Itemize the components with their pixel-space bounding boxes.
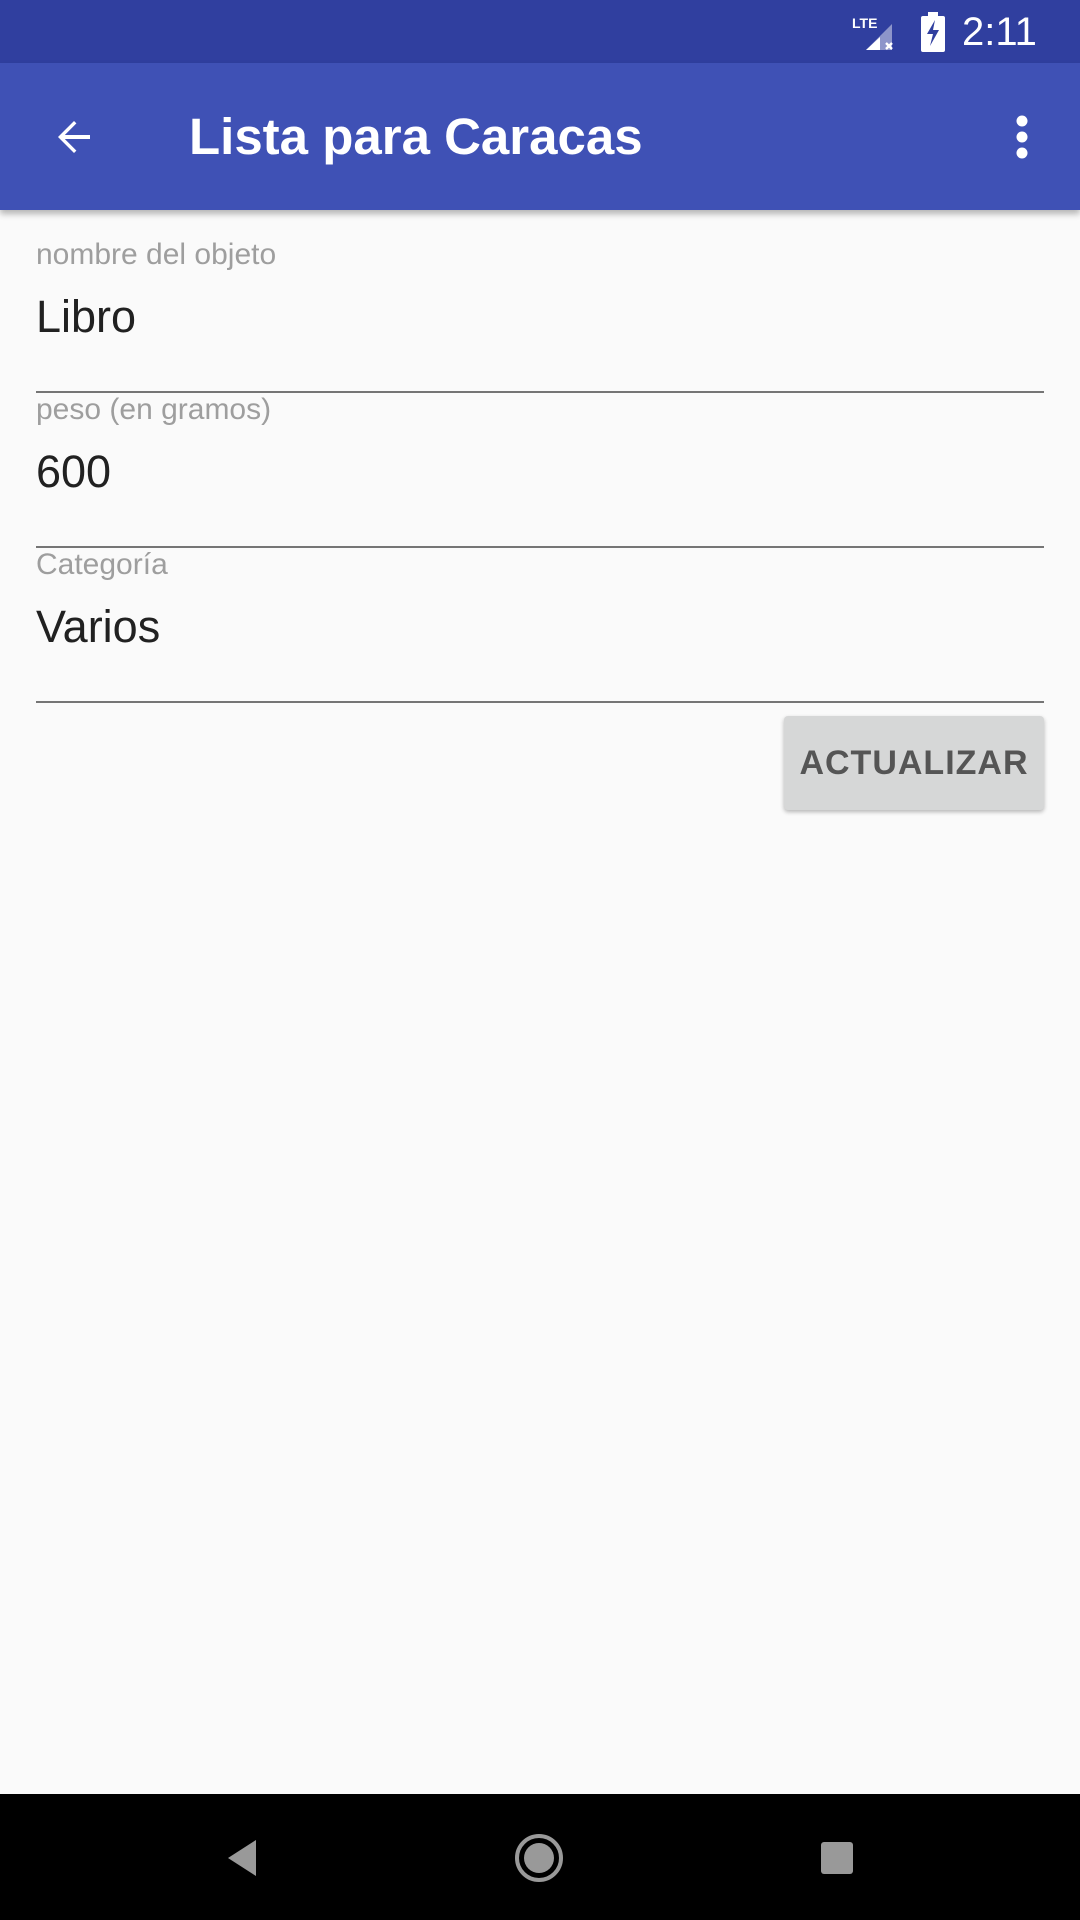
nav-back-icon	[228, 1840, 256, 1876]
update-button[interactable]: ACTUALIZAR	[784, 716, 1044, 810]
navigation-bar	[0, 1794, 1080, 1920]
nav-back-button[interactable]	[202, 1818, 282, 1898]
category-field-underline	[36, 701, 1044, 703]
category-input[interactable]	[36, 595, 1044, 659]
app-bar: Lista para Caracas	[0, 63, 1080, 210]
name-input[interactable]	[36, 285, 1044, 349]
category-field-label: Categoría	[36, 548, 168, 581]
nav-recents-icon	[821, 1842, 853, 1874]
nav-recents-button[interactable]	[797, 1818, 877, 1898]
battery-charging-icon	[920, 12, 946, 52]
weight-field-label: peso (en gramos)	[36, 393, 272, 426]
name-field-label: nombre del objeto	[36, 238, 277, 271]
weight-input[interactable]	[36, 440, 1044, 504]
overflow-menu-button[interactable]	[1000, 99, 1044, 175]
more-vert-icon	[1016, 115, 1028, 159]
nav-home-icon	[515, 1834, 563, 1882]
network-type-label: LTE	[852, 15, 877, 31]
status-time: 2:11	[962, 10, 1037, 54]
form-content: nombre del objeto peso (en gramos) Categ…	[0, 210, 1080, 1794]
page-title: Lista para Caracas	[189, 108, 643, 165]
weight-field-underline	[36, 546, 1044, 548]
status-bar: LTE 2:11	[0, 0, 1080, 63]
lte-signal-icon: LTE	[852, 14, 904, 52]
nav-home-button[interactable]	[499, 1818, 579, 1898]
arrow-back-icon	[58, 121, 90, 153]
back-button[interactable]	[36, 99, 112, 175]
